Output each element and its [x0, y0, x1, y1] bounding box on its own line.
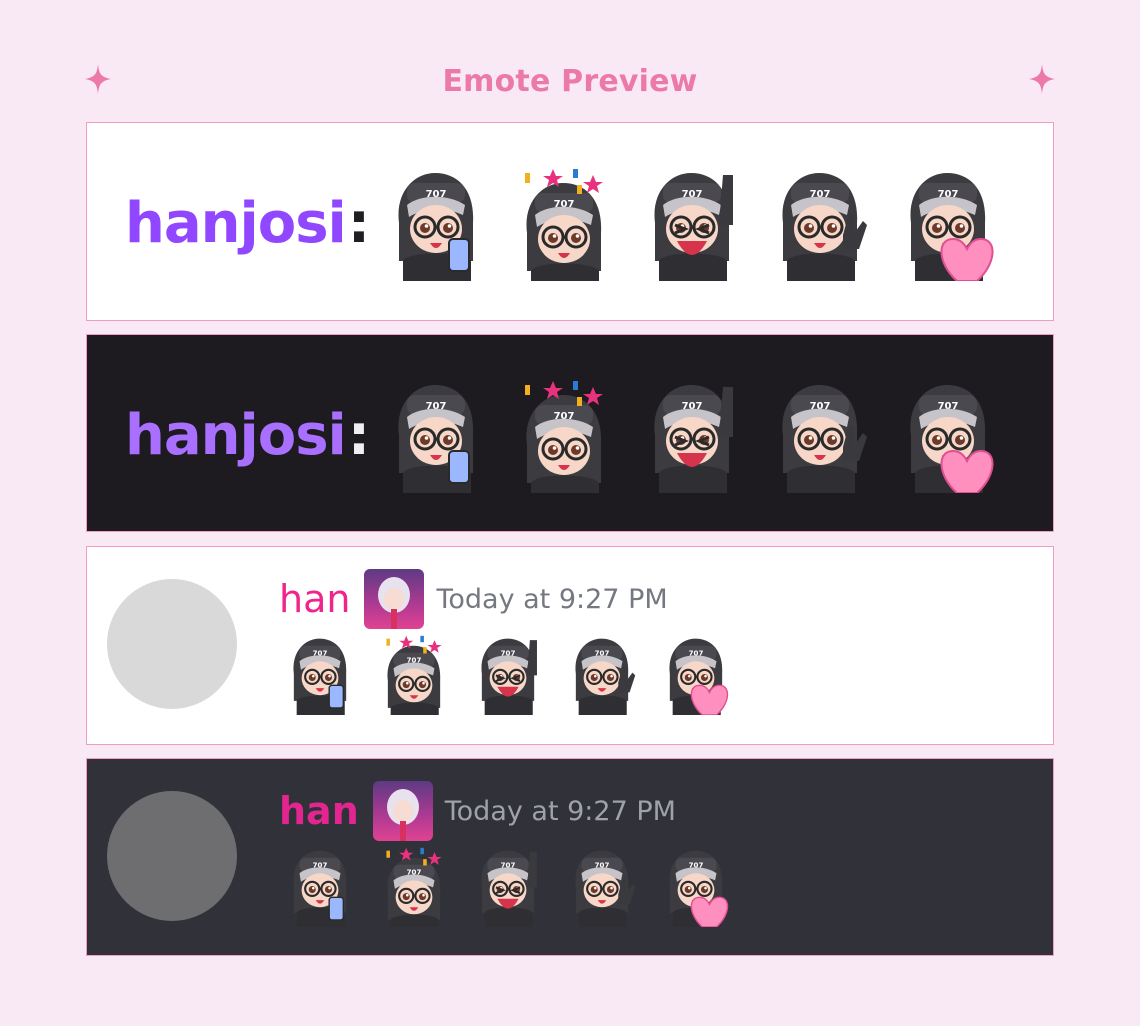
avatar[interactable] — [107, 579, 237, 709]
heart-emote — [909, 383, 994, 493]
wave-emote — [781, 171, 868, 281]
emote-row — [378, 165, 1006, 281]
phone-emote — [397, 383, 475, 493]
heart-emote — [668, 637, 729, 715]
chat-separator: : — [347, 190, 371, 256]
laugh-emote — [653, 171, 734, 281]
wave-emote — [574, 849, 636, 927]
chat-separator: : — [347, 402, 371, 468]
celebrate-emote — [525, 169, 604, 281]
wave-emote — [574, 637, 636, 715]
laugh-emote — [480, 849, 537, 927]
emote-preview-page: Emote Preview hanjosi : hanjosi: han To… — [0, 0, 1140, 1026]
celebrate-emote — [386, 847, 442, 927]
laugh-emote — [653, 383, 734, 493]
laugh-emote — [480, 637, 537, 715]
message: han Today at 9:27 PM — [279, 779, 737, 927]
chat-username: hanjosi — [125, 190, 347, 256]
chat-line: hanjosi : — [125, 377, 1006, 493]
message-header: han Today at 9:27 PM — [279, 779, 737, 843]
wave-emote — [781, 383, 868, 493]
celebrate-emote — [525, 381, 604, 493]
discord-light-preview: han Today at 9:27 PM — [86, 546, 1054, 745]
emote-row — [279, 633, 737, 715]
header: Emote Preview — [85, 58, 1055, 104]
phone-emote — [397, 171, 475, 281]
message-timestamp: Today at 9:27 PM — [444, 795, 676, 827]
chat-line: hanjosi : — [125, 165, 1006, 281]
emote-row — [378, 377, 1006, 493]
message: han Today at 9:27 PM — [279, 567, 737, 715]
message-header: han Today at 9:27 PM — [279, 567, 737, 631]
celebrate-emote — [386, 635, 442, 715]
role-badge-icon[interactable] — [364, 569, 425, 629]
phone-emote — [292, 637, 348, 715]
chat-username: hanjosi — [125, 402, 347, 468]
message-timestamp: Today at 9:27 PM — [436, 583, 668, 615]
message-username[interactable]: han — [279, 577, 350, 621]
sparkle-icon — [1029, 64, 1055, 94]
avatar[interactable] — [107, 791, 237, 921]
twitch-light-preview: hanjosi : — [86, 122, 1054, 321]
emote-row — [279, 845, 737, 927]
twitch-dark-preview: hanjosi : — [86, 334, 1054, 532]
heart-emote — [668, 849, 729, 927]
heart-emote — [909, 171, 994, 281]
message-username[interactable]: han — [279, 789, 359, 833]
sparkle-icon — [85, 64, 111, 94]
discord-dark-preview: han Today at 9:27 PM — [86, 758, 1054, 956]
role-badge-icon[interactable] — [372, 781, 433, 841]
phone-emote — [292, 849, 348, 927]
page-title: Emote Preview — [442, 63, 698, 99]
